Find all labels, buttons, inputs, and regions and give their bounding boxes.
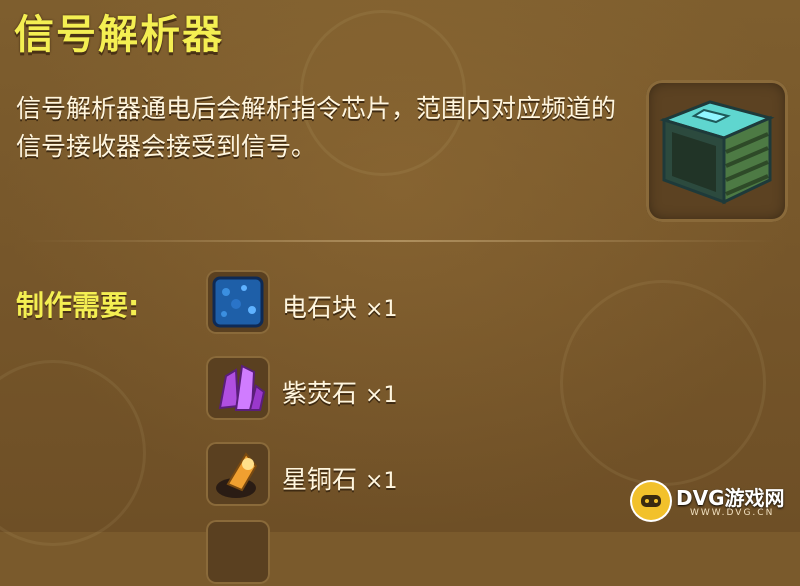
purple-fluorite-crystal-icon xyxy=(206,356,270,420)
material-item: 星铜石 ×1 xyxy=(206,442,466,508)
material-quantity: ×1 xyxy=(365,383,398,408)
electric-stone-block-icon xyxy=(206,270,270,334)
background-decoration xyxy=(560,280,766,486)
item-title: 信号解析器 xyxy=(14,12,224,58)
background-decoration xyxy=(0,360,146,546)
watermark-subtext: WWW.DVG.CN xyxy=(690,508,775,518)
material-item-partial xyxy=(206,520,466,586)
material-icon xyxy=(206,520,270,584)
material-item: 紫荧石 ×1 xyxy=(206,356,466,422)
requirements-label: 制作需要: xyxy=(16,289,140,322)
item-detail-panel: 信号解析器 信号解析器通电后会解析指令芯片，范围内对应频道的信号接收器会接受到信… xyxy=(0,0,800,584)
item-icon-frame xyxy=(646,80,788,222)
material-quantity: ×1 xyxy=(365,297,398,322)
watermark: DVG游戏网 WWW.DVG.CN xyxy=(632,480,790,524)
material-item: 电石块 ×1 xyxy=(206,270,466,336)
material-name: 紫荧石 xyxy=(282,379,358,408)
gamepad-logo-icon xyxy=(632,482,670,520)
star-copper-ore-icon xyxy=(206,442,270,506)
signal-parser-block-icon xyxy=(659,100,775,205)
watermark-text: DVG游戏网 xyxy=(676,486,785,510)
item-description: 信号解析器通电后会解析指令芯片，范围内对应频道的信号接收器会接受到信号。 xyxy=(16,94,617,161)
material-quantity: ×1 xyxy=(365,469,398,494)
material-name: 星铜石 xyxy=(282,465,358,494)
material-label: 紫荧石 ×1 xyxy=(282,374,397,410)
material-label: 星铜石 ×1 xyxy=(282,460,397,496)
material-name: 电石块 xyxy=(282,293,358,322)
section-divider xyxy=(24,240,776,242)
material-label: 电石块 ×1 xyxy=(282,288,397,324)
